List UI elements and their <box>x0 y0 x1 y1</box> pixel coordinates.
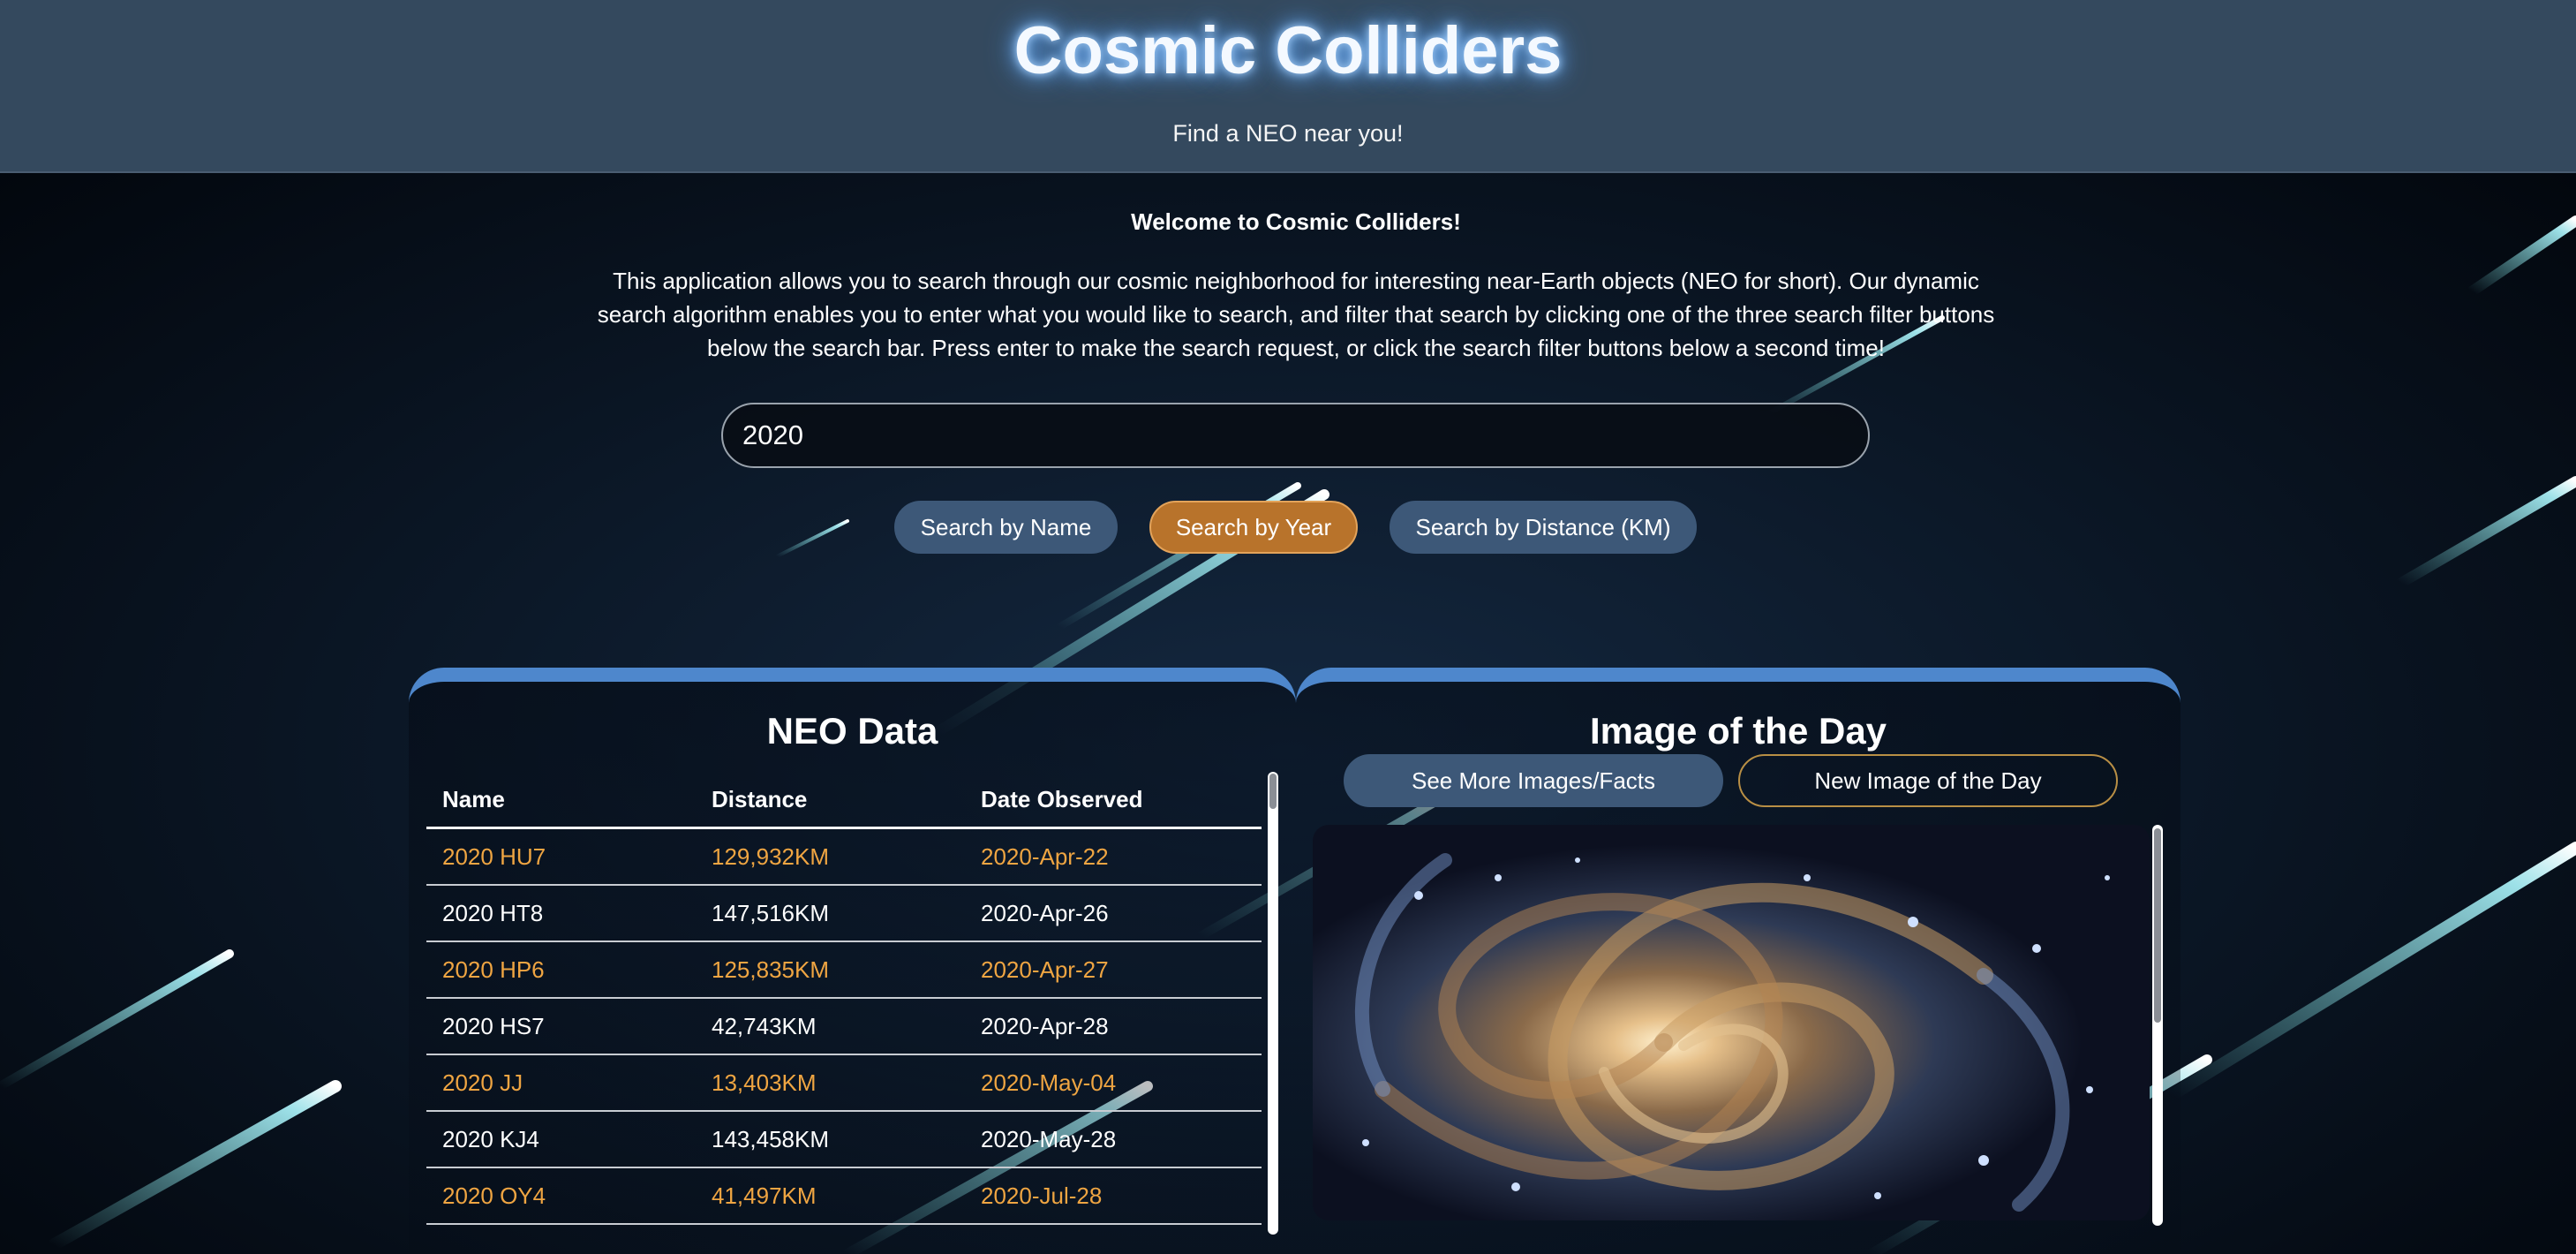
neo-name-cell: 2020 OY4 <box>426 1167 696 1225</box>
header-bar: Cosmic Colliders Find a NEO near you! <box>0 0 2576 173</box>
app-subtitle: Find a NEO near you! <box>1172 120 1404 147</box>
neo-date-cell: 2020-Jul-28 <box>965 1167 1262 1225</box>
image-of-the-day <box>1313 825 2150 1220</box>
table-row[interactable]: 2020 HU7 129,932KM 2020-Apr-22 <box>426 827 1262 886</box>
neo-date-cell: 2020-Apr-22 <box>965 827 1262 886</box>
table-row[interactable]: 2020 HS7 42,743KM 2020-Apr-28 <box>426 998 1262 1055</box>
neo-name-cell: 2020 KJ4 <box>426 1111 696 1168</box>
neo-date-cell: 2020-Apr-28 <box>965 998 1262 1055</box>
neo-distance-cell: 125,835KM <box>696 941 965 999</box>
search-by-year-button[interactable]: Search by Year <box>1149 501 1358 554</box>
neo-date-cell: 2020-Apr-27 <box>965 941 1262 999</box>
neo-distance-cell: 143,458KM <box>696 1111 965 1168</box>
intro-description: This application allows you to search th… <box>597 268 1995 361</box>
column-header-distance: Distance <box>696 772 965 829</box>
neo-distance-cell: 147,516KM <box>696 885 965 942</box>
image-scroll-thumb[interactable] <box>2154 828 2161 1023</box>
neo-name-cell: 2020 HP6 <box>426 941 696 999</box>
welcome-heading: Welcome to Cosmic Colliders! <box>1131 208 1461 235</box>
image-scrollbar[interactable] <box>2152 825 2163 1226</box>
neo-distance-cell: 129,932KM <box>696 827 965 886</box>
iotd-panel-title: Image of the Day <box>1589 710 1887 752</box>
neo-table: Name Distance Date Observed 2020 HU7 129… <box>426 772 1262 1225</box>
neo-table-scroll-thumb[interactable] <box>1269 774 1277 809</box>
spiral-galaxy-image <box>1313 825 2150 1220</box>
neo-table-scrollbar[interactable] <box>1268 772 1278 1235</box>
table-row[interactable]: 2020 KJ4 143,458KM 2020-May-28 <box>426 1111 1262 1168</box>
neo-distance-cell: 13,403KM <box>696 1054 965 1112</box>
search-by-name-button[interactable]: Search by Name <box>894 501 1118 554</box>
search-input[interactable] <box>721 403 1870 468</box>
table-row[interactable]: 2020 HP6 125,835KM 2020-Apr-27 <box>426 941 1262 999</box>
neo-name-cell: 2020 JJ <box>426 1054 696 1112</box>
table-row[interactable]: 2020 JJ 13,403KM 2020-May-04 <box>426 1054 1262 1112</box>
image-of-the-day-panel: Image of the Day See More Images/Facts N… <box>1296 668 2181 1254</box>
search-by-distance-button[interactable]: Search by Distance (KM) <box>1390 501 1697 554</box>
neo-name-cell: 2020 HS7 <box>426 998 696 1055</box>
table-row[interactable]: 2020 OY4 41,497KM 2020-Jul-28 <box>426 1167 1262 1225</box>
neo-date-cell: 2020-May-28 <box>965 1111 1262 1168</box>
table-row[interactable]: 2020 HT8 147,516KM 2020-Apr-26 <box>426 885 1262 942</box>
column-header-date: Date Observed <box>965 772 1262 829</box>
neo-distance-cell: 41,497KM <box>696 1167 965 1225</box>
neo-date-cell: 2020-Apr-26 <box>965 885 1262 942</box>
intro-section: Welcome to Cosmic Colliders! This applic… <box>583 208 2009 365</box>
neo-date-cell: 2020-May-04 <box>965 1054 1262 1112</box>
neo-panel-title: NEO Data <box>766 710 938 752</box>
table-header-row: Name Distance Date Observed <box>426 772 1262 829</box>
neo-data-panel: NEO Data Name Distance Date Observed 202… <box>409 668 1296 1254</box>
new-image-of-the-day-button[interactable]: New Image of the Day <box>1738 754 2118 807</box>
column-header-name: Name <box>426 772 696 829</box>
see-more-images-button[interactable]: See More Images/Facts <box>1344 754 1723 807</box>
app-title: Cosmic Colliders <box>1013 13 1563 88</box>
neo-distance-cell: 42,743KM <box>696 998 965 1055</box>
neo-name-cell: 2020 HU7 <box>426 827 696 886</box>
neo-name-cell: 2020 HT8 <box>426 885 696 942</box>
